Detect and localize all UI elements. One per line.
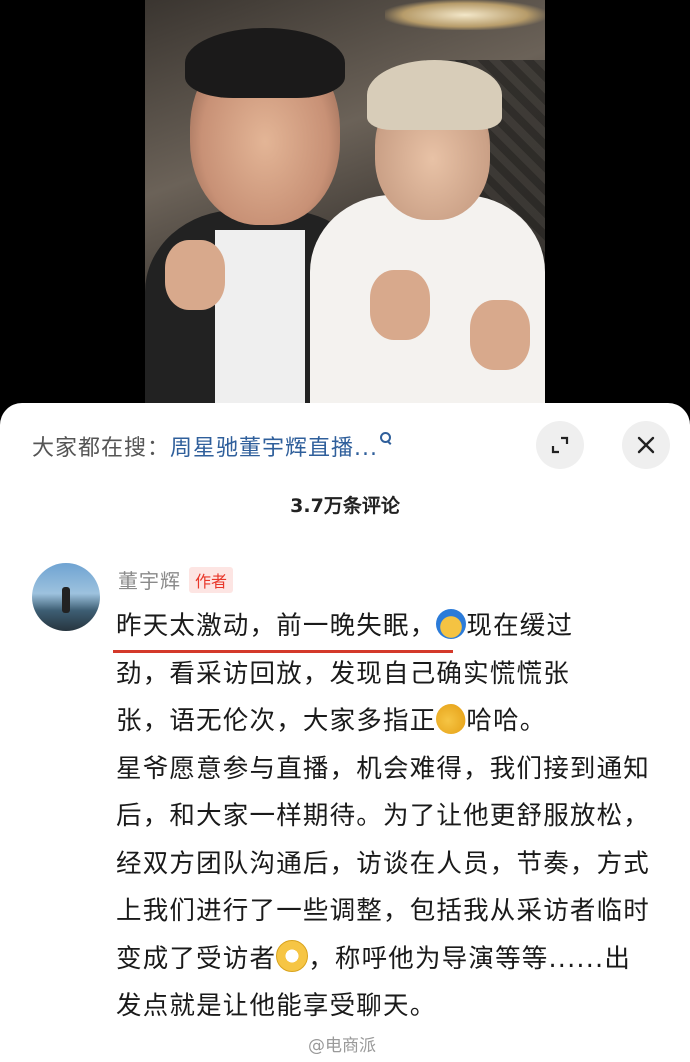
comment-text-part: 张，语无伦次，大家多指正 [116,706,437,736]
person-right-cap [367,60,502,130]
post-photo[interactable] [145,0,545,415]
comment-text: 昨天太激动，前一晚失眠， 现在缓过 劲，看采访回放，发现自己确实慌慌张 张，语无伦… [116,603,656,1031]
hand-thumb [470,300,530,370]
watermark: @电商派 [308,1036,376,1056]
search-suggestion-link[interactable]: 周星驰董宇辉直播... [170,430,378,462]
comment-text-part: 星爷愿意参与直播，机会难得，我们接到通知后，和大家一样期待。为了让他更舒服放松，… [116,753,651,974]
person-left-shirt [215,230,305,415]
highlight-underline [113,650,453,653]
hand-left [165,240,225,310]
emoji-grin-icon [276,939,309,972]
comment-sheet: 大家都在搜： 周星驰董宇辉直播... 3.7万条评论 董宇辉 作者 昨天太激动，… [0,403,690,1062]
comment-text-part: 哈哈。 [466,706,547,736]
close-icon [637,436,655,454]
close-button[interactable] [622,421,670,469]
chandelier [385,0,545,30]
emoji-muscle-icon [436,704,467,734]
avatar[interactable] [32,563,100,631]
comment-text-part: 现在缓过 [466,611,574,641]
search-prefix: 大家都在搜： [32,436,171,461]
author-badge: 作者 [189,566,234,593]
emoji-hot-icon [436,609,467,639]
comment-author-row: 董宇辉 作者 [118,565,234,594]
expand-button[interactable] [536,421,584,469]
search-suggestion-bar: 大家都在搜： 周星驰董宇辉直播... [32,425,391,467]
comment-text-part: 昨天太激动，前一晚失眠， [116,611,437,641]
person-left-hair [185,28,345,98]
expand-icon [551,436,569,454]
author-name[interactable]: 董宇辉 [118,565,181,594]
comment-count: 3.7万条评论 [290,495,400,517]
search-icon[interactable] [380,431,391,443]
comment-text-part: 劲，看采访回放，发现自己确实慌慌张 [116,658,570,689]
hand-peace [370,270,430,340]
